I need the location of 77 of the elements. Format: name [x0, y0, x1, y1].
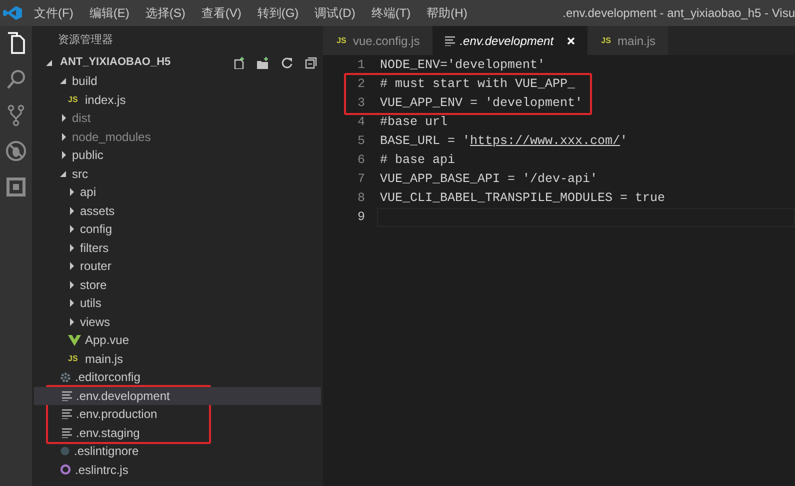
line-number: 9: [356, 209, 365, 226]
code-line: VUE_CLI_BABEL_TRANSPILE_MODULES = true: [380, 190, 666, 207]
menu-item[interactable]: 调试(D): [306, 4, 364, 22]
tree-item[interactable]: assets: [32, 202, 323, 220]
tree-item[interactable]: build: [32, 72, 323, 90]
line-number: 5: [356, 133, 365, 150]
editor-tab[interactable]: .env.development: [432, 26, 588, 55]
branch-icon[interactable]: [5, 104, 27, 126]
tree-item[interactable]: config: [32, 220, 323, 238]
menu-item[interactable]: 查看(V): [193, 4, 250, 22]
extensions-icon[interactable]: [5, 176, 27, 198]
line-number: 1: [356, 57, 365, 74]
menu-item[interactable]: 选择(S): [137, 4, 194, 22]
js-file-icon: JS: [600, 36, 613, 46]
sidebar-title: 资源管理器: [57, 33, 114, 48]
line-number: 2: [356, 76, 365, 93]
text-file-icon: [444, 36, 455, 46]
code-link[interactable]: https://www.xxx.com/: [470, 134, 620, 148]
tree-item[interactable]: public: [32, 146, 323, 164]
line-number: 7: [356, 171, 365, 188]
tree-item[interactable]: dist: [32, 109, 323, 128]
menu-item[interactable]: 终端(T): [363, 4, 419, 22]
tree-item[interactable]: JS index.js: [32, 90, 323, 109]
tree-item[interactable]: filters: [32, 238, 323, 257]
text-file-icon: [62, 428, 72, 438]
window-title: .env.development - ant_yixiaobao_h5 - Visu: [562, 5, 795, 22]
collapse-all-icon[interactable]: [305, 56, 317, 68]
menu-item[interactable]: 帮助(H): [418, 4, 476, 22]
tree-item[interactable]: router: [32, 257, 323, 276]
tree-item[interactable]: .editorconfig: [32, 368, 323, 386]
editor-tab[interactable]: JS main.js: [588, 26, 669, 55]
code-line: BASE_URL = 'https://www.xxx.com/': [380, 133, 628, 150]
search-icon[interactable]: [5, 68, 27, 90]
tree-item[interactable]: utils: [32, 294, 323, 312]
tree-item[interactable]: JS main.js: [32, 350, 323, 368]
tree-item[interactable]: .env.development: [34, 386, 321, 405]
gear-icon: [60, 372, 71, 383]
new-folder-icon[interactable]: [257, 56, 269, 68]
line-number: 8: [356, 190, 365, 207]
collapse-arrow-icon[interactable]: [46, 58, 54, 66]
tree-item[interactable]: App.vue: [32, 331, 323, 350]
tree-item[interactable]: store: [32, 276, 323, 294]
tree-item[interactable]: .env.staging: [34, 424, 321, 442]
tree-item[interactable]: node_modules: [32, 128, 323, 146]
code-line: # must start with VUE_APP_: [380, 76, 576, 93]
menu-item[interactable]: 文件(F): [26, 4, 82, 22]
eslint-file-icon: [60, 464, 71, 476]
tree-item[interactable]: src: [32, 164, 323, 183]
code-line: NODE_ENV='development': [380, 57, 546, 74]
code-line: VUE_APP_ENV = 'development': [380, 95, 583, 112]
js-file-icon: JS: [68, 94, 81, 105]
line-number: 4: [356, 114, 365, 131]
code-line: # base api: [380, 152, 456, 169]
editor-tab[interactable]: JS vue.config.js: [323, 26, 433, 55]
js-file-icon: JS: [335, 36, 348, 46]
code-line: VUE_APP_BASE_API = '/dev-api': [380, 171, 598, 188]
tree-item[interactable]: .env.production: [34, 405, 321, 424]
line-number: 3: [356, 95, 365, 112]
text-file-icon: [62, 390, 72, 401]
menu-item[interactable]: 转到(G): [249, 4, 307, 22]
menu-item[interactable]: 编辑(E): [81, 4, 138, 22]
project-title[interactable]: ANT_YIXIAOBAO_H5: [60, 54, 171, 71]
text-file-icon: [62, 409, 72, 420]
vue-file-icon: [68, 334, 81, 346]
no-bug-icon[interactable]: [5, 140, 27, 162]
ignore-file-icon: [60, 446, 70, 456]
tree-item[interactable]: .eslintignore: [32, 442, 323, 460]
refresh-icon[interactable]: [281, 56, 293, 68]
tree-item[interactable]: .eslintrc.js: [32, 460, 323, 479]
line-number: 6: [356, 152, 365, 169]
close-icon[interactable]: [566, 36, 575, 44]
tree-item[interactable]: views: [32, 312, 323, 331]
code-line: #base url: [380, 114, 448, 131]
new-file-icon[interactable]: [233, 56, 245, 68]
tree-item[interactable]: api: [32, 183, 323, 202]
explorer-icon[interactable]: [5, 32, 27, 54]
js-file-icon: JS: [68, 354, 81, 364]
